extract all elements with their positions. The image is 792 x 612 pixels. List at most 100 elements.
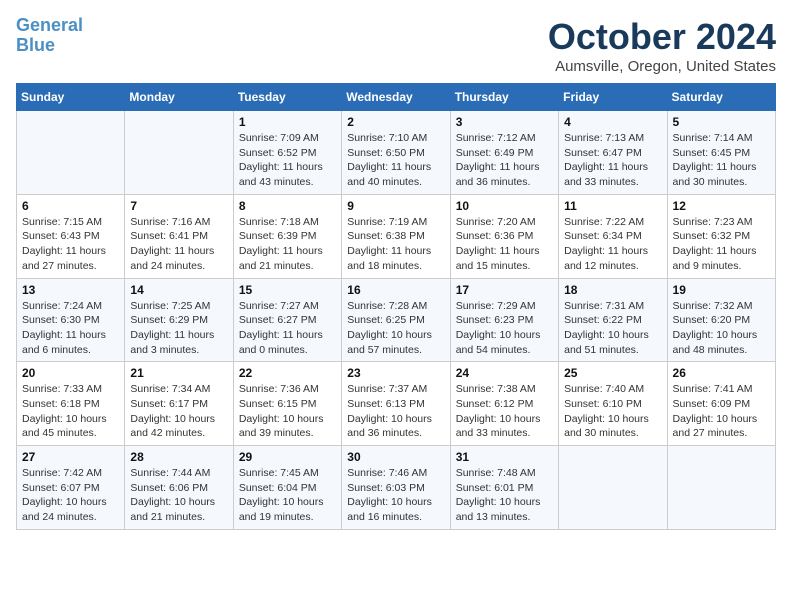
calendar-cell: 9 Sunrise: 7:19 AMSunset: 6:38 PMDaylight… <box>342 194 450 278</box>
day-info: Sunrise: 7:15 AMSunset: 6:43 PMDaylight:… <box>22 215 119 274</box>
calendar-body: 1Sunrise: 7:09 AMSunset: 6:52 PMDaylight… <box>17 111 776 530</box>
day-info: Sunrise: 7:29 AMSunset: 6:23 PMDaylight:… <box>456 299 553 358</box>
weekday-header-tuesday: Tuesday <box>233 84 341 111</box>
day-number: 16 <box>347 283 444 297</box>
day-number: 13 <box>22 283 119 297</box>
day-info: Sunrise: 7:42 AMSunset: 6:07 PMDaylight:… <box>22 466 119 525</box>
day-number: 29 <box>239 450 336 464</box>
logo-text: General Blue <box>16 16 83 56</box>
title-block: October 2024 Aumsville, Oregon, United S… <box>548 16 776 75</box>
main-title: October 2024 <box>548 16 776 58</box>
day-info: Sunrise: 7:40 AMSunset: 6:10 PMDaylight:… <box>564 382 661 441</box>
day-number: 22 <box>239 366 336 380</box>
calendar-cell: 18Sunrise: 7:31 AMSunset: 6:22 PMDayligh… <box>559 278 667 362</box>
calendar-cell <box>667 446 775 530</box>
day-info: Sunrise: 7:24 AMSunset: 6:30 PMDaylight:… <box>22 299 119 358</box>
day-number: 5 <box>673 115 770 129</box>
calendar-cell: 30 Sunrise: 7:46 AMSunset: 6:03 PMDayligh… <box>342 446 450 530</box>
calendar-cell <box>17 111 125 195</box>
calendar-cell: 8Sunrise: 7:18 AMSunset: 6:39 PMDaylight… <box>233 194 341 278</box>
day-number: 6 <box>22 199 119 213</box>
day-number: 20 <box>22 366 119 380</box>
logo-general: General <box>16 15 83 35</box>
day-number: 11 <box>564 199 661 213</box>
day-info: Sunrise: 7:48 AMSunset: 6:01 PMDaylight:… <box>456 466 553 525</box>
weekday-row: SundayMondayTuesdayWednesdayThursdayFrid… <box>17 84 776 111</box>
weekday-header-sunday: Sunday <box>17 84 125 111</box>
day-info: Sunrise: 7:19 AMSunset: 6:38 PMDaylight:… <box>347 215 444 274</box>
calendar-cell: 4 Sunrise: 7:13 AMSunset: 6:47 PMDaylight… <box>559 111 667 195</box>
calendar-cell: 2 Sunrise: 7:10 AMSunset: 6:50 PMDaylight… <box>342 111 450 195</box>
day-info: Sunrise: 7:37 AMSunset: 6:13 PMDaylight:… <box>347 382 444 441</box>
day-number: 23 <box>347 366 444 380</box>
calendar-cell: 6 Sunrise: 7:15 AMSunset: 6:43 PMDaylight… <box>17 194 125 278</box>
day-number: 7 <box>130 199 227 213</box>
calendar-cell: 5Sunrise: 7:14 AMSunset: 6:45 PMDaylight… <box>667 111 775 195</box>
day-info: Sunrise: 7:45 AMSunset: 6:04 PMDaylight:… <box>239 466 336 525</box>
calendar-cell: 20 Sunrise: 7:33 AMSunset: 6:18 PMDayligh… <box>17 362 125 446</box>
day-number: 21 <box>130 366 227 380</box>
weekday-header-saturday: Saturday <box>667 84 775 111</box>
day-number: 2 <box>347 115 444 129</box>
calendar-cell <box>125 111 233 195</box>
calendar-cell: 11 Sunrise: 7:22 AMSunset: 6:34 PMDayligh… <box>559 194 667 278</box>
calendar-cell: 25Sunrise: 7:40 AMSunset: 6:10 PMDayligh… <box>559 362 667 446</box>
day-info: Sunrise: 7:36 AMSunset: 6:15 PMDaylight:… <box>239 382 336 441</box>
day-info: Sunrise: 7:23 AMSunset: 6:32 PMDaylight:… <box>673 215 770 274</box>
calendar-cell: 1Sunrise: 7:09 AMSunset: 6:52 PMDaylight… <box>233 111 341 195</box>
day-info: Sunrise: 7:27 AMSunset: 6:27 PMDaylight:… <box>239 299 336 358</box>
day-number: 28 <box>130 450 227 464</box>
day-number: 26 <box>673 366 770 380</box>
day-info: Sunrise: 7:10 AMSunset: 6:50 PMDaylight:… <box>347 131 444 190</box>
calendar-cell <box>559 446 667 530</box>
day-info: Sunrise: 7:33 AMSunset: 6:18 PMDaylight:… <box>22 382 119 441</box>
day-info: Sunrise: 7:28 AMSunset: 6:25 PMDaylight:… <box>347 299 444 358</box>
day-info: Sunrise: 7:31 AMSunset: 6:22 PMDaylight:… <box>564 299 661 358</box>
day-info: Sunrise: 7:25 AMSunset: 6:29 PMDaylight:… <box>130 299 227 358</box>
day-info: Sunrise: 7:41 AMSunset: 6:09 PMDaylight:… <box>673 382 770 441</box>
calendar-cell: 14Sunrise: 7:25 AMSunset: 6:29 PMDayligh… <box>125 278 233 362</box>
calendar-cell: 7 Sunrise: 7:16 AMSunset: 6:41 PMDaylight… <box>125 194 233 278</box>
day-number: 12 <box>673 199 770 213</box>
day-info: Sunrise: 7:46 AMSunset: 6:03 PMDaylight:… <box>347 466 444 525</box>
weekday-header-wednesday: Wednesday <box>342 84 450 111</box>
day-info: Sunrise: 7:16 AMSunset: 6:41 PMDaylight:… <box>130 215 227 274</box>
calendar-week-1: 1Sunrise: 7:09 AMSunset: 6:52 PMDaylight… <box>17 111 776 195</box>
calendar-cell: 29 Sunrise: 7:45 AMSunset: 6:04 PMDayligh… <box>233 446 341 530</box>
calendar-cell: 3 Sunrise: 7:12 AMSunset: 6:49 PMDaylight… <box>450 111 558 195</box>
calendar-week-4: 20 Sunrise: 7:33 AMSunset: 6:18 PMDayligh… <box>17 362 776 446</box>
day-info: Sunrise: 7:38 AMSunset: 6:12 PMDaylight:… <box>456 382 553 441</box>
day-number: 4 <box>564 115 661 129</box>
calendar-cell: 24 Sunrise: 7:38 AMSunset: 6:12 PMDayligh… <box>450 362 558 446</box>
day-number: 30 <box>347 450 444 464</box>
day-number: 27 <box>22 450 119 464</box>
day-info: Sunrise: 7:32 AMSunset: 6:20 PMDaylight:… <box>673 299 770 358</box>
day-info: Sunrise: 7:44 AMSunset: 6:06 PMDaylight:… <box>130 466 227 525</box>
logo: General Blue <box>16 16 83 56</box>
calendar-cell: 23 Sunrise: 7:37 AMSunset: 6:13 PMDayligh… <box>342 362 450 446</box>
day-info: Sunrise: 7:12 AMSunset: 6:49 PMDaylight:… <box>456 131 553 190</box>
calendar-cell: 15 Sunrise: 7:27 AMSunset: 6:27 PMDayligh… <box>233 278 341 362</box>
day-number: 15 <box>239 283 336 297</box>
day-number: 31 <box>456 450 553 464</box>
calendar-cell: 26 Sunrise: 7:41 AMSunset: 6:09 PMDayligh… <box>667 362 775 446</box>
day-number: 9 <box>347 199 444 213</box>
calendar-cell: 12 Sunrise: 7:23 AMSunset: 6:32 PMDayligh… <box>667 194 775 278</box>
day-info: Sunrise: 7:22 AMSunset: 6:34 PMDaylight:… <box>564 215 661 274</box>
calendar-week-2: 6 Sunrise: 7:15 AMSunset: 6:43 PMDaylight… <box>17 194 776 278</box>
weekday-header-friday: Friday <box>559 84 667 111</box>
day-number: 1 <box>239 115 336 129</box>
day-number: 3 <box>456 115 553 129</box>
calendar-cell: 17 Sunrise: 7:29 AMSunset: 6:23 PMDayligh… <box>450 278 558 362</box>
day-number: 17 <box>456 283 553 297</box>
calendar-week-5: 27 Sunrise: 7:42 AMSunset: 6:07 PMDayligh… <box>17 446 776 530</box>
day-number: 8 <box>239 199 336 213</box>
calendar-cell: 21Sunrise: 7:34 AMSunset: 6:17 PMDayligh… <box>125 362 233 446</box>
day-number: 10 <box>456 199 553 213</box>
calendar-cell: 31 Sunrise: 7:48 AMSunset: 6:01 PMDayligh… <box>450 446 558 530</box>
day-number: 24 <box>456 366 553 380</box>
day-info: Sunrise: 7:20 AMSunset: 6:36 PMDaylight:… <box>456 215 553 274</box>
day-info: Sunrise: 7:13 AMSunset: 6:47 PMDaylight:… <box>564 131 661 190</box>
page-header: General Blue October 2024 Aumsville, Ore… <box>16 16 776 75</box>
logo-blue: Blue <box>16 35 55 55</box>
